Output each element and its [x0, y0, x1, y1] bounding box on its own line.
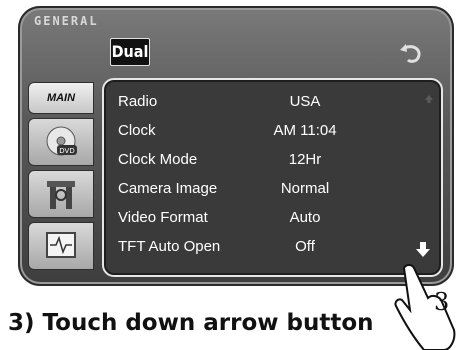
disc-dvd-icon: DVD — [46, 126, 77, 156]
setting-name: Clock Mode — [118, 151, 198, 168]
setting-name: Camera Image — [118, 180, 218, 197]
step-number: 3 — [434, 288, 450, 316]
tab-tools[interactable] — [28, 170, 94, 218]
list-item[interactable]: Video Format Auto — [118, 204, 398, 232]
list-item[interactable]: Clock AM 11:04 — [118, 117, 398, 145]
list-item[interactable]: Camera Image Normal — [118, 175, 398, 203]
setting-value: Off — [295, 238, 315, 255]
svg-text:DVD: DVD — [59, 147, 74, 155]
tab-main-label: MAIN — [46, 92, 76, 104]
back-arrow-icon[interactable] — [396, 42, 426, 66]
list-item[interactable]: Radio USA — [118, 88, 398, 116]
setting-value: Normal — [280, 180, 330, 197]
section-label: GENERAL — [34, 14, 99, 28]
setting-value: AM 11:04 — [273, 122, 337, 139]
scroll-up-icon[interactable] — [424, 94, 434, 104]
settings-list: Radio USA Clock AM 11:04 Clock Mode 12Hr… — [102, 78, 443, 277]
screen-waveform-icon — [46, 232, 76, 258]
setting-name: Video Format — [118, 209, 208, 226]
tab-disc[interactable]: DVD — [28, 118, 94, 166]
setting-name: Clock — [118, 122, 156, 139]
tab-main[interactable]: MAIN — [28, 82, 94, 114]
device-screen: GENERAL Dual MAIN DVD Radio USA Clock AM… — [0, 0, 459, 288]
setting-name: TFT Auto Open — [118, 238, 221, 255]
list-item[interactable]: Clock Mode 12Hr — [118, 146, 398, 174]
setting-value: Auto — [289, 209, 321, 226]
setting-value: USA — [289, 93, 321, 110]
setting-value: 12Hr — [288, 151, 322, 168]
instruction-caption: 3) Touch down arrow button — [8, 310, 374, 336]
tools-icon — [47, 181, 75, 209]
brand-logo: Dual — [110, 38, 150, 66]
list-item[interactable]: TFT Auto Open Off — [118, 233, 398, 261]
tab-screen[interactable] — [28, 222, 94, 270]
setting-name: Radio — [118, 93, 158, 110]
